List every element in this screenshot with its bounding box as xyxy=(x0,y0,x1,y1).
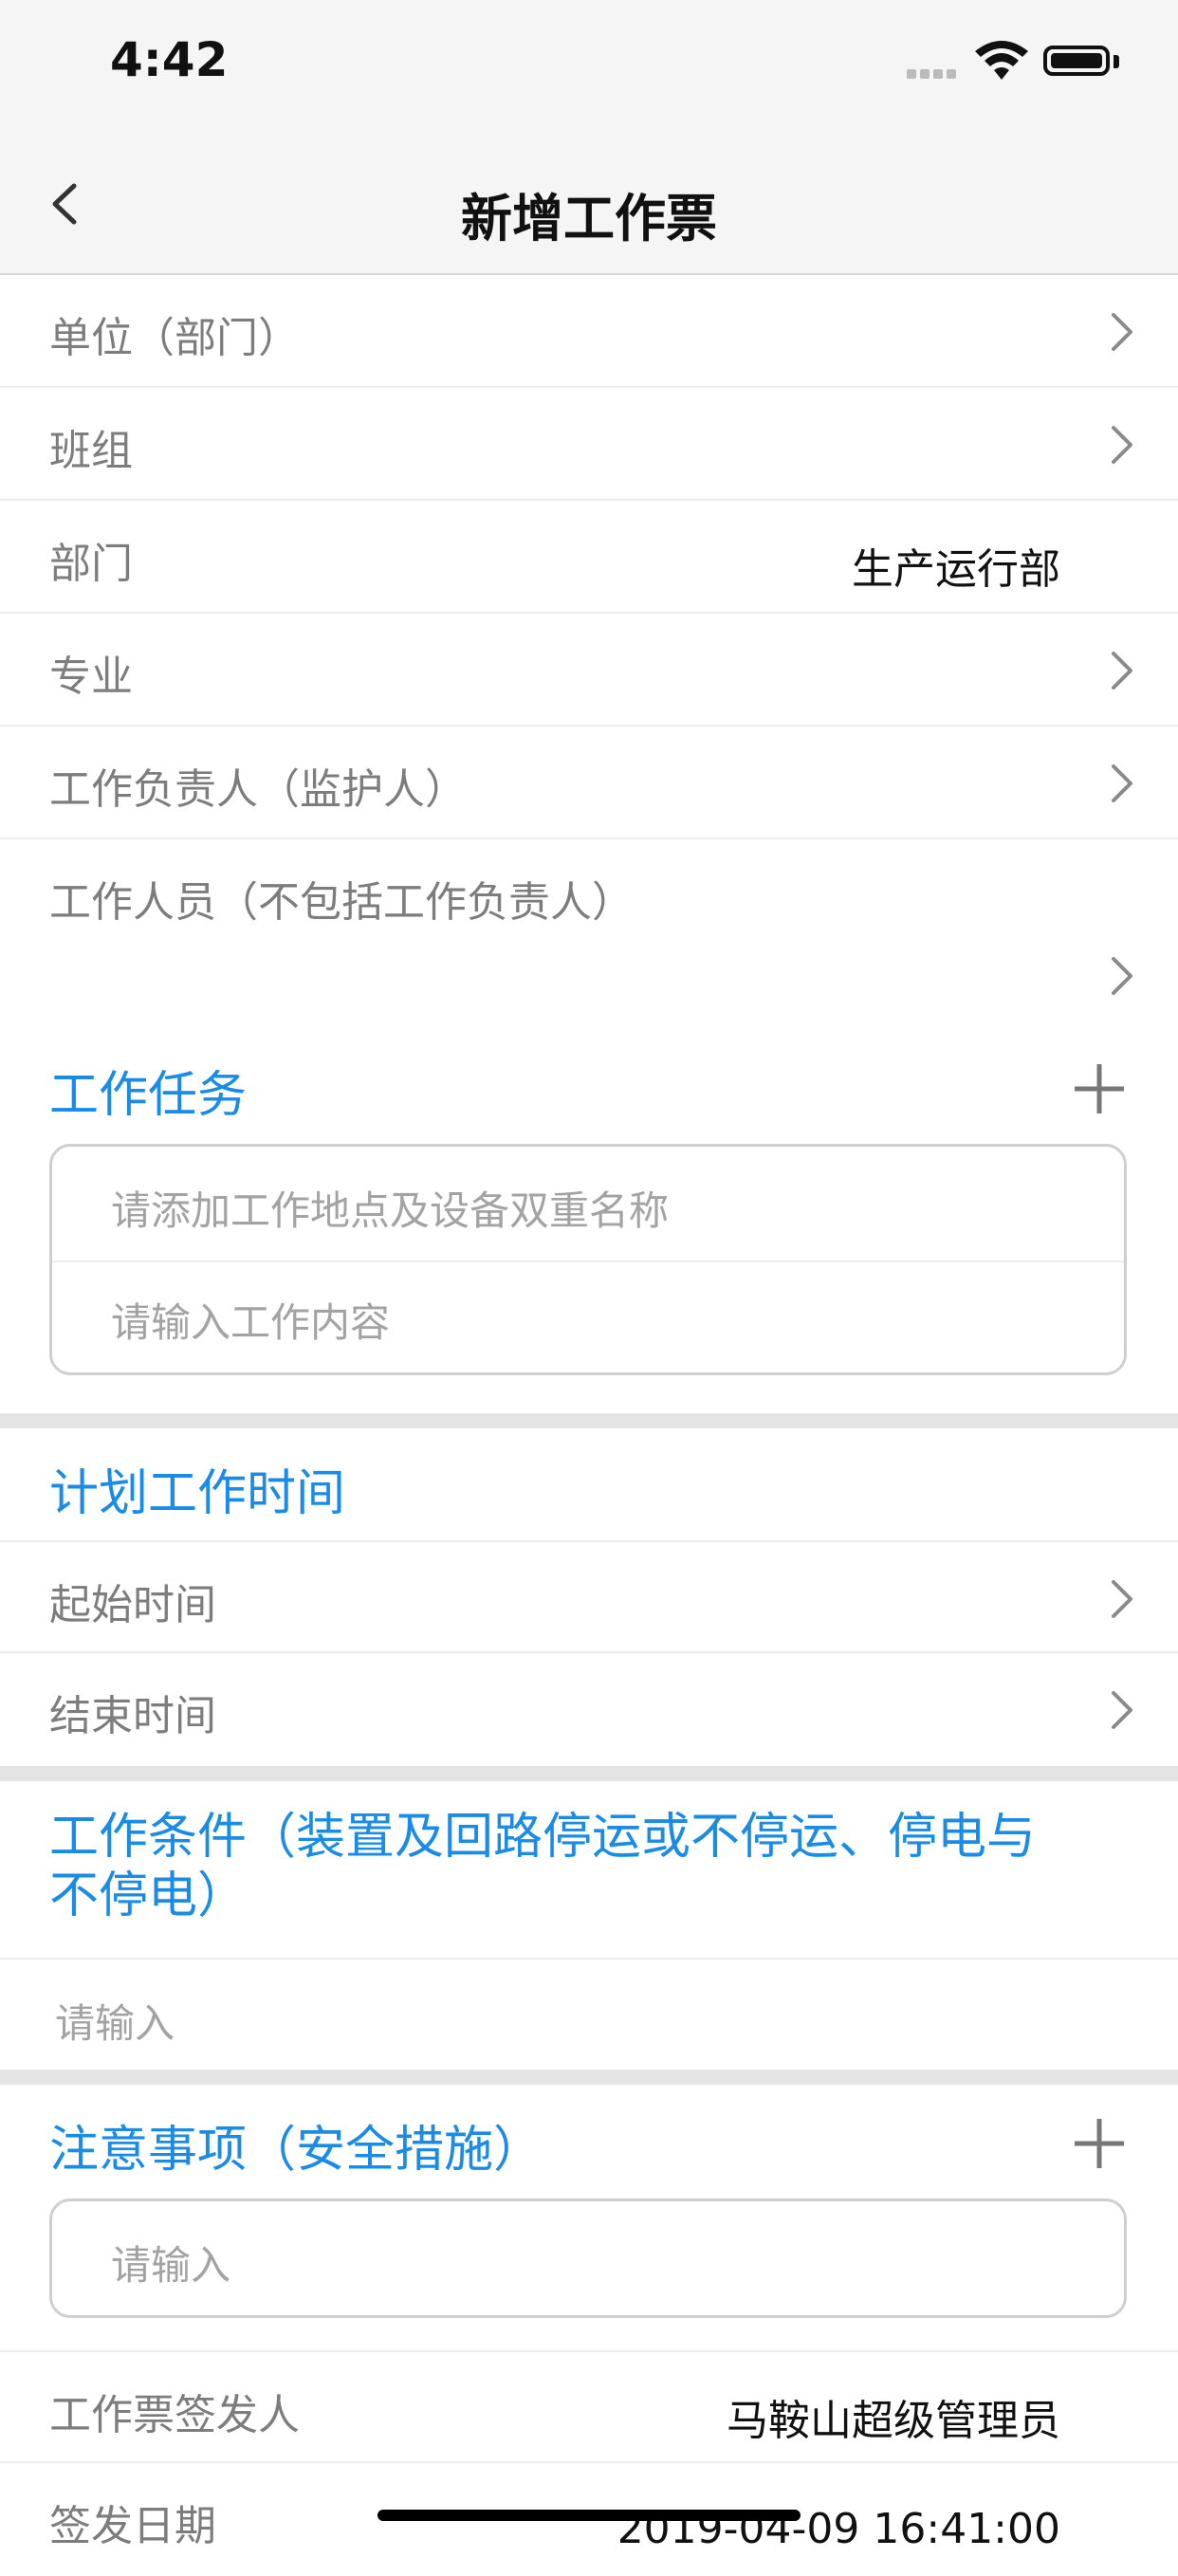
leader-row[interactable]: 工作负责人（监护人） xyxy=(0,727,1178,839)
unit-label: 单位（部门） xyxy=(49,314,300,362)
end-time-row[interactable]: 结束时间 xyxy=(0,1653,1178,1766)
chevron-right-icon xyxy=(1112,764,1132,802)
add-note-plus-icon[interactable] xyxy=(1073,2117,1126,2170)
specialty-row[interactable]: 专业 xyxy=(0,614,1178,727)
status-time: 4:42 xyxy=(110,32,229,87)
status-bar: 4:42 xyxy=(0,0,1178,133)
conditions-input[interactable]: 请输入 xyxy=(55,1992,175,2050)
chevron-right-icon xyxy=(1112,313,1132,351)
dept-label: 部门 xyxy=(49,540,133,588)
add-task-plus-icon[interactable] xyxy=(1073,1062,1126,1115)
navigation-bar: 新增工作票 xyxy=(0,133,1178,275)
sign-date-label: 签发日期 xyxy=(49,2502,216,2550)
unit-row[interactable]: 单位（部门） xyxy=(0,275,1178,388)
chevron-right-icon xyxy=(1112,652,1132,690)
home-indicator[interactable] xyxy=(377,2510,801,2521)
work-content-input[interactable]: 请输入工作内容 xyxy=(111,1291,390,1349)
notes-section-title: 注意事项（安全措施） xyxy=(49,2122,543,2179)
team-label: 班组 xyxy=(49,427,133,475)
task-input-box: 请添加工作地点及设备双重名称 请输入工作内容 xyxy=(49,1144,1127,1375)
start-time-label: 起始时间 xyxy=(49,1581,216,1629)
battery-icon xyxy=(1043,46,1110,76)
issuer-value: 马鞍山超级管理员 xyxy=(727,2397,1060,2445)
cellular-signal-icon xyxy=(907,64,964,79)
conditions-section-title: 工作条件（装置及回路停运或不停运、停电与不停电） xyxy=(49,1809,1037,1924)
start-time-row[interactable]: 起始时间 xyxy=(0,1540,1178,1653)
section-separator xyxy=(0,2070,1178,2085)
leader-label: 工作负责人（监护人） xyxy=(49,765,467,814)
notes-input-box[interactable]: 请输入 xyxy=(49,2199,1127,2318)
notes-input[interactable]: 请输入 xyxy=(111,2234,230,2291)
section-separator xyxy=(0,1413,1178,1428)
dept-row: 部门 生产运行部 xyxy=(0,501,1178,614)
team-row[interactable]: 班组 xyxy=(0,388,1178,501)
issuer-row: 工作票签发人 马鞍山超级管理员 xyxy=(0,2350,1178,2463)
chevron-right-icon xyxy=(1112,426,1132,464)
end-time-label: 结束时间 xyxy=(49,1692,216,1740)
chevron-right-icon xyxy=(1112,1691,1132,1729)
chevron-right-icon xyxy=(1112,1580,1132,1618)
task-box-divider xyxy=(52,1260,1124,1262)
members-label: 工作人员（不包括工作负责人） xyxy=(49,878,634,927)
location-input[interactable]: 请添加工作地点及设备双重名称 xyxy=(111,1179,669,1237)
specialty-label: 专业 xyxy=(49,653,133,701)
issuer-label: 工作票签发人 xyxy=(49,2391,300,2439)
schedule-section-title: 计划工作时间 xyxy=(49,1465,346,1522)
members-row[interactable]: 工作人员（不包括工作负责人） xyxy=(0,839,1178,1008)
task-section-title: 工作任务 xyxy=(49,1067,248,1124)
dept-value: 生产运行部 xyxy=(852,545,1060,594)
chevron-right-icon xyxy=(1112,957,1132,995)
wifi-icon xyxy=(975,41,1028,80)
battery-tip xyxy=(1114,55,1119,68)
page-title: 新增工作票 xyxy=(461,189,717,248)
conditions-divider xyxy=(0,1958,1178,1960)
section-separator xyxy=(0,1766,1178,1781)
